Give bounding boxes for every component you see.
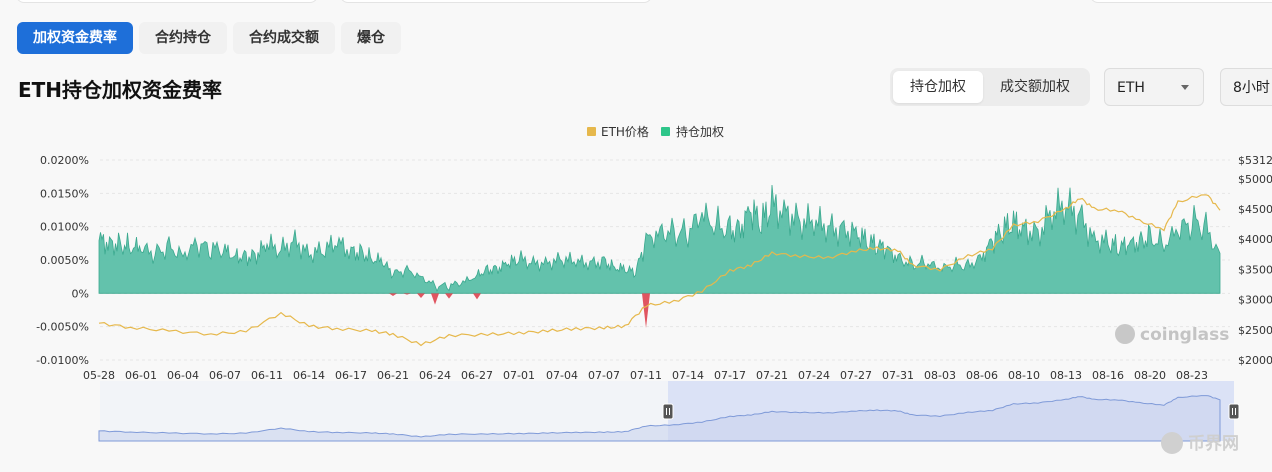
y-right-tick-label: $5312 (1238, 154, 1272, 167)
x-tick-label: 06-04 (167, 369, 199, 382)
x-tick-label: 06-21 (377, 369, 409, 382)
y-right-tick-label: $5000 (1238, 173, 1272, 186)
watermark-brand: coinglass (1140, 325, 1229, 345)
y-left-tick-label: -0.0100% (36, 354, 89, 367)
x-tick-label: 07-04 (546, 369, 578, 382)
x-tick-label: 06-01 (125, 369, 157, 382)
y-left-tick-label: 0.0050% (40, 254, 89, 267)
x-tick-label: 07-14 (672, 369, 704, 382)
x-tick-label: 08-10 (1008, 369, 1040, 382)
x-tick-label: 07-31 (882, 369, 914, 382)
x-tick-label: 06-17 (335, 369, 367, 382)
bijie-logo-icon (1161, 432, 1183, 454)
navigator-handle-left[interactable] (662, 403, 674, 420)
y-right-tick-label: $2000 (1238, 354, 1272, 367)
y-right-tick-label: $4500 (1238, 203, 1272, 216)
funding-negative-spike (431, 293, 439, 305)
funding-positive-area (98, 184, 1221, 294)
funding-negative-spike (417, 293, 425, 298)
navigator-handle-right[interactable] (1228, 403, 1240, 420)
y-right-tick-label: $4000 (1238, 233, 1272, 246)
y-left-tick-label: 0.0150% (40, 187, 89, 200)
y-right-tick-label: $3000 (1238, 294, 1272, 307)
x-tick-label: 08-23 (1176, 369, 1208, 382)
x-tick-label: 08-06 (966, 369, 998, 382)
x-tick-label: 06-07 (209, 369, 241, 382)
corner-logo-text: 币界网 (1188, 434, 1239, 454)
funding-negative-spike (642, 293, 650, 328)
funding-negative-spike (403, 293, 411, 295)
legend-funding-label: 持仓加权 (676, 124, 724, 139)
y-left-tick-label: 0% (72, 287, 89, 300)
x-tick-label: 07-27 (840, 369, 872, 382)
y-right-tick-label: $2500 (1238, 324, 1272, 337)
y-left-tick-label: -0.0050% (36, 321, 89, 334)
x-tick-label: 07-11 (630, 369, 662, 382)
funding-negative-spike (445, 293, 453, 299)
legend-price-label: ETH价格 (601, 124, 649, 139)
x-tick-label: 07-21 (756, 369, 788, 382)
x-tick-label: 08-03 (924, 369, 956, 382)
x-tick-label: 07-07 (588, 369, 620, 382)
funding-negative-spike (389, 293, 397, 296)
y-left-tick-label: 0.0100% (40, 221, 89, 234)
funding-rate-chart: 0.0200% 0.0150% 0.0100% 0.0050% 0% -0.0050% -0… (36, 124, 1272, 454)
x-tick-label: 06-24 (419, 369, 451, 382)
legend-funding-swatch (661, 127, 670, 136)
funding-negative-spike (473, 293, 481, 300)
x-tick-label: 06-11 (251, 369, 283, 382)
x-tick-label: 06-14 (293, 369, 325, 382)
x-tick-label: 07-17 (714, 369, 746, 382)
x-tick-label: 07-01 (503, 369, 535, 382)
x-tick-label: 08-20 (1134, 369, 1166, 382)
x-tick-label: 08-16 (1092, 369, 1124, 382)
x-tick-label: 07-24 (798, 369, 830, 382)
y-left-tick-label: 0.0200% (40, 154, 89, 167)
x-tick-label: 05-28 (83, 369, 115, 382)
x-tick-label: 08-13 (1050, 369, 1082, 382)
y-right-tick-label: $3500 (1238, 263, 1272, 276)
coinglass-logo-icon (1115, 324, 1135, 344)
legend-price-swatch (587, 127, 596, 136)
x-tick-label: 06-27 (461, 369, 493, 382)
